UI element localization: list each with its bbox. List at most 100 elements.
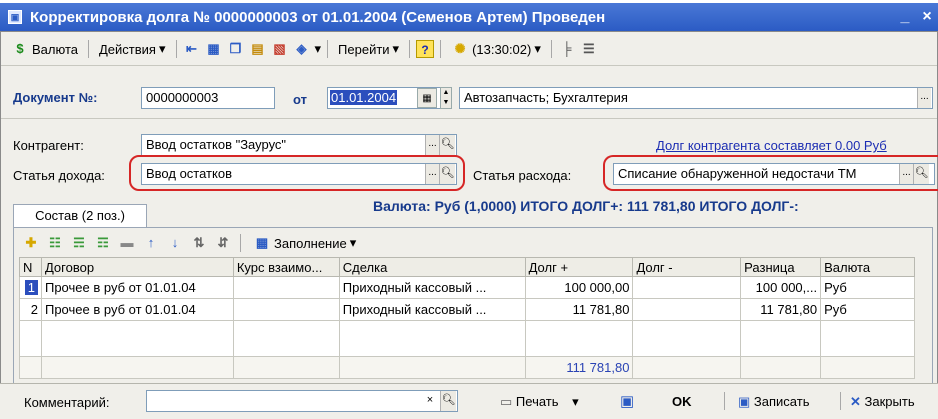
minimize-button[interactable]: _	[894, 8, 916, 26]
currency-cell[interactable]: Руб	[820, 276, 915, 299]
counterparty-field[interactable]: Ввод остатков "Заурус"	[141, 134, 457, 156]
chevron-down-icon[interactable]: ▾	[315, 41, 322, 57]
organization-field[interactable]: Автозапчасть; Бухгалтерия	[459, 87, 933, 109]
structure-icon[interactable]: ◈	[293, 40, 311, 58]
expense-field[interactable]: Списание обнаруженной недостачи ТМ	[613, 163, 935, 185]
divider	[1, 65, 937, 66]
diff-cell[interactable]: 11 781,80	[740, 298, 822, 321]
hierarchy-icon[interactable]: ╞	[558, 40, 576, 58]
comment-label: Комментарий:	[24, 395, 110, 410]
currency-cell[interactable]: Руб	[820, 298, 915, 321]
save-disk-icon[interactable]: ▣	[620, 392, 634, 410]
close-label: Закрыть	[864, 394, 915, 409]
edit-row-icon[interactable]: ☶	[94, 234, 112, 252]
counterparty-select-button[interactable]: ...	[425, 135, 439, 155]
row-number: 1	[24, 280, 38, 295]
fill-label: Заполнение	[274, 235, 347, 251]
income-select-button[interactable]: ...	[425, 164, 439, 184]
table-row[interactable]: 1 Прочее в руб от 01.01.04 Приходный кас…	[19, 276, 915, 299]
org-select-button[interactable]: ...	[917, 88, 931, 108]
doc-number-label: Документ №:	[13, 90, 98, 105]
debit-cell[interactable]: 11 781,80	[524, 298, 634, 321]
goto-menu[interactable]: Перейти ▾	[334, 39, 403, 59]
time-button[interactable]: ✺ (13:30:02) ▾	[447, 38, 545, 60]
row-number-cell[interactable]: 1	[19, 276, 42, 299]
post-icon[interactable]: ▤	[249, 40, 267, 58]
actions-label: Действия	[99, 41, 156, 57]
search-icon[interactable]: 🔍︎	[440, 391, 456, 411]
clock-icon: ✺	[454, 41, 466, 56]
toolbar-separator	[840, 392, 841, 410]
contract-cell[interactable]: Прочее в руб от 01.01.04	[40, 298, 234, 321]
toolbar-separator	[88, 40, 89, 58]
search-icon[interactable]: 🔍︎	[439, 135, 455, 155]
fill-menu[interactable]: ▦ Заполнение ▾	[249, 232, 360, 254]
sort-desc-icon[interactable]: ⇵	[214, 234, 232, 252]
print-button[interactable]: ▭ Печать ▾	[500, 394, 579, 410]
debt-table: N Договор Курс взаимо... Сделка Долг + Д…	[19, 257, 915, 379]
date-value: 01.01.2004	[330, 90, 398, 105]
income-field[interactable]: Ввод остатков	[141, 163, 457, 185]
deal-cell[interactable]: Приходный кассовый ...	[338, 276, 526, 299]
table-empty-row	[19, 320, 915, 357]
date-spinner[interactable]: ▲ ▼	[440, 87, 452, 109]
debit-cell[interactable]: 100 000,00	[524, 276, 634, 299]
search-icon[interactable]: 🔍︎	[439, 164, 455, 184]
bottom-bar: Комментарий: × 🔍︎ ▭ Печать ▾ ▣ OK ▣ Запи…	[0, 383, 938, 419]
table-total-row: 111 781,80	[19, 356, 915, 379]
save-button[interactable]: ▣ Записать	[738, 394, 809, 410]
toolbar-separator	[724, 392, 725, 410]
col-header-n[interactable]: N	[19, 257, 42, 277]
counterparty-label: Контрагент:	[13, 138, 84, 153]
deal-cell[interactable]: Приходный кассовый ...	[338, 298, 526, 321]
calendar-icon[interactable]: ▦	[205, 40, 223, 58]
col-header-contract[interactable]: Договор	[40, 257, 234, 277]
window-titlebar[interactable]: ▣ Корректировка долга № 0000000003 от 01…	[0, 3, 938, 31]
close-window-button[interactable]: ×	[916, 8, 938, 26]
debt-link[interactable]: Долг контрагента составляет 0.00 Руб	[656, 138, 887, 153]
copy-icon[interactable]: ❐	[227, 40, 245, 58]
col-header-debit[interactable]: Долг +	[524, 257, 634, 277]
col-header-rate[interactable]: Курс взаимо...	[232, 257, 340, 277]
credit-cell[interactable]	[632, 276, 742, 299]
toolbar-separator	[327, 40, 329, 58]
ok-button[interactable]: OK	[672, 394, 692, 409]
tab-composition[interactable]: Состав (2 поз.)	[13, 204, 147, 228]
arrow-down-icon[interactable]: ↓	[166, 234, 184, 252]
arrow-up-icon[interactable]: ↑	[142, 234, 160, 252]
diff-cell[interactable]: 100 000,...	[740, 276, 822, 299]
col-header-deal[interactable]: Сделка	[338, 257, 526, 277]
calendar-picker-icon[interactable]: ▦	[417, 88, 437, 108]
chevron-down-icon: ▾	[392, 41, 400, 56]
arrow-left-icon[interactable]: ⇤	[183, 40, 201, 58]
add-row-icon[interactable]: ✚	[22, 234, 40, 252]
row-number-cell[interactable]: 2	[19, 298, 42, 321]
col-header-currency[interactable]: Валюта	[820, 257, 915, 277]
delete-row-icon[interactable]: ▬	[118, 234, 136, 252]
clear-icon[interactable]: ×	[422, 391, 438, 411]
col-header-diff[interactable]: Разница	[740, 257, 822, 277]
col-header-credit[interactable]: Долг -	[632, 257, 742, 277]
comment-field[interactable]	[146, 390, 458, 412]
close-button[interactable]: ✕ Закрыть	[850, 394, 915, 410]
expense-select-button[interactable]: ...	[899, 164, 913, 184]
rate-cell[interactable]	[232, 276, 340, 299]
toolbar-separator	[550, 40, 552, 58]
copy-row-icon[interactable]: ☴	[70, 234, 88, 252]
unpost-icon[interactable]: ▧	[271, 40, 289, 58]
search-icon[interactable]: 🔍︎	[913, 164, 929, 184]
table-row[interactable]: 2 Прочее в руб от 01.01.04 Приходный кас…	[19, 298, 915, 321]
rate-cell[interactable]	[232, 298, 340, 321]
total-debit: 111 781,80	[524, 356, 634, 379]
credit-cell[interactable]	[632, 298, 742, 321]
save-label: Записать	[753, 394, 810, 409]
contract-cell[interactable]: Прочее в руб от 01.01.04	[40, 276, 234, 299]
add-group-icon[interactable]: ☷	[46, 234, 64, 252]
help-icon[interactable]: ?	[416, 40, 435, 58]
sort-asc-icon[interactable]: ⇅	[190, 234, 208, 252]
goto-label: Перейти	[338, 41, 390, 57]
currency-button[interactable]: $ Валюта	[7, 38, 82, 60]
actions-menu[interactable]: Действия ▾	[95, 39, 170, 59]
doc-number-field[interactable]: 0000000003	[141, 87, 275, 109]
list-icon[interactable]: ☰	[580, 40, 598, 58]
